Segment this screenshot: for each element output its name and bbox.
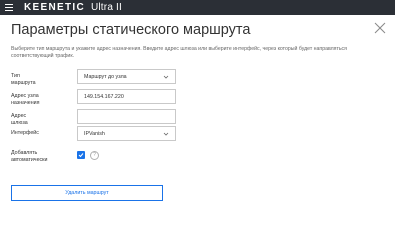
interface-select[interactable]: IPVanish <box>77 126 176 141</box>
auto-add-label: Добавлять автоматически <box>11 150 48 163</box>
checkmark-icon <box>78 153 84 158</box>
hamburger-menu-icon[interactable] <box>5 0 16 15</box>
top-bar: KEENETIC Ultra II <box>0 0 395 15</box>
dialog-title: Параметры статического маршрута <box>11 22 251 38</box>
gateway-label: Адрес шлюза <box>11 113 28 126</box>
close-icon[interactable] <box>373 21 387 35</box>
delete-route-button[interactable]: Удалить маршрут <box>11 185 163 201</box>
router-model: Ultra II <box>90 2 123 13</box>
route-type-select[interactable]: Маршрут до узла <box>77 69 176 84</box>
chevron-down-icon <box>163 75 169 79</box>
interface-value: IPVanish <box>84 130 105 137</box>
brand-logo: KEENETIC <box>24 2 85 13</box>
destination-label: Адрес узла назначения <box>11 93 40 106</box>
route-type-label: Тип маршрута <box>11 73 36 86</box>
destination-input[interactable] <box>84 93 175 100</box>
route-type-value: Маршрут до узла <box>84 73 127 80</box>
chevron-down-icon <box>163 132 169 136</box>
dialog-description: Выберите тип маршрута и укажите адрес на… <box>11 46 347 59</box>
interface-label: Интерфейс <box>11 130 39 136</box>
help-icon[interactable]: ? <box>90 151 99 160</box>
destination-input-box <box>77 89 176 104</box>
auto-add-checkbox[interactable] <box>77 151 85 159</box>
gateway-input-box <box>77 109 176 124</box>
gateway-input[interactable] <box>84 113 175 120</box>
